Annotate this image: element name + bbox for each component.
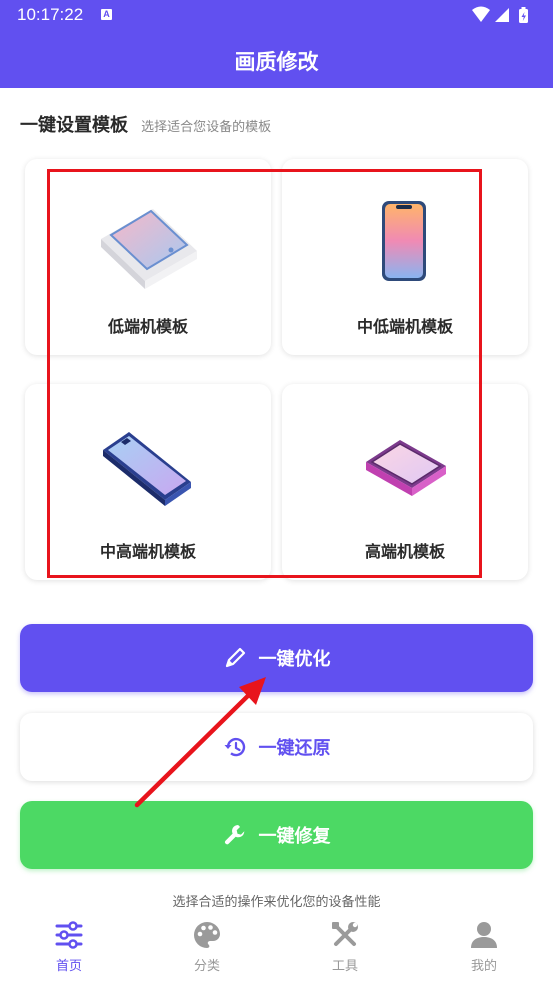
bottom-nav: 首页 分类 工具 我的: [0, 915, 553, 984]
status-time: 10:17:22: [17, 5, 84, 24]
app-bar: 画质修改: [0, 30, 553, 88]
foldable-phone-icon: [366, 440, 446, 496]
template-label: 低端机模板: [107, 317, 188, 336]
template-label: 中高端机模板: [99, 542, 196, 561]
status-icons: [472, 6, 528, 23]
app-title: 画质修改: [234, 50, 319, 74]
sliders-icon: [55, 921, 83, 949]
status-bar: 10:17:22 A: [0, 0, 553, 30]
restore-button[interactable]: 一键还原: [20, 713, 533, 781]
notification-icon: A: [101, 9, 112, 20]
restore-label: 一键还原: [258, 738, 331, 759]
nav-label: 我的: [470, 959, 497, 974]
section-subtitle: 选择适合您设备的模板: [141, 120, 272, 135]
phone-tilted-icon: [103, 432, 191, 506]
signal-icon: [495, 8, 509, 22]
template-card-mid-high[interactable]: 中高端机模板: [25, 384, 271, 580]
optimize-button[interactable]: 一键优化: [20, 624, 533, 692]
wifi-icon: [472, 6, 490, 22]
pencil-icon: [225, 647, 245, 668]
phone-upright-icon: [382, 201, 426, 281]
section-title: 一键设置模板: [20, 115, 128, 136]
tools-icon: [332, 922, 358, 946]
template-card-high-end[interactable]: 高端机模板: [282, 384, 528, 580]
footer-hint: 选择合适的操作来优化您的设备性能: [172, 895, 381, 910]
nav-item-tools[interactable]: 工具: [295, 915, 395, 984]
nav-label: 工具: [331, 959, 358, 974]
battery-icon: [519, 7, 528, 23]
wrench-icon: [224, 825, 244, 845]
section-header: 一键设置模板 选择适合您设备的模板: [20, 111, 271, 137]
tablet-flat-icon: [101, 209, 197, 289]
repair-button[interactable]: 一键修复: [20, 801, 533, 869]
nav-label: 首页: [55, 959, 82, 974]
nav-label: 分类: [193, 959, 220, 974]
nav-item-home[interactable]: 首页: [19, 915, 119, 984]
history-icon: [224, 737, 245, 757]
nav-item-category[interactable]: 分类: [157, 915, 257, 984]
template-label: 高端机模板: [364, 542, 445, 561]
palette-icon: [194, 922, 220, 948]
nav-item-profile[interactable]: 我的: [434, 915, 534, 984]
optimize-label: 一键优化: [258, 649, 331, 670]
repair-label: 一键修复: [258, 826, 331, 847]
template-card-mid-low[interactable]: 中低端机模板: [282, 159, 528, 355]
template-label: 中低端机模板: [356, 317, 453, 336]
person-icon: [471, 922, 497, 948]
template-card-low-end[interactable]: 低端机模板: [25, 159, 271, 355]
